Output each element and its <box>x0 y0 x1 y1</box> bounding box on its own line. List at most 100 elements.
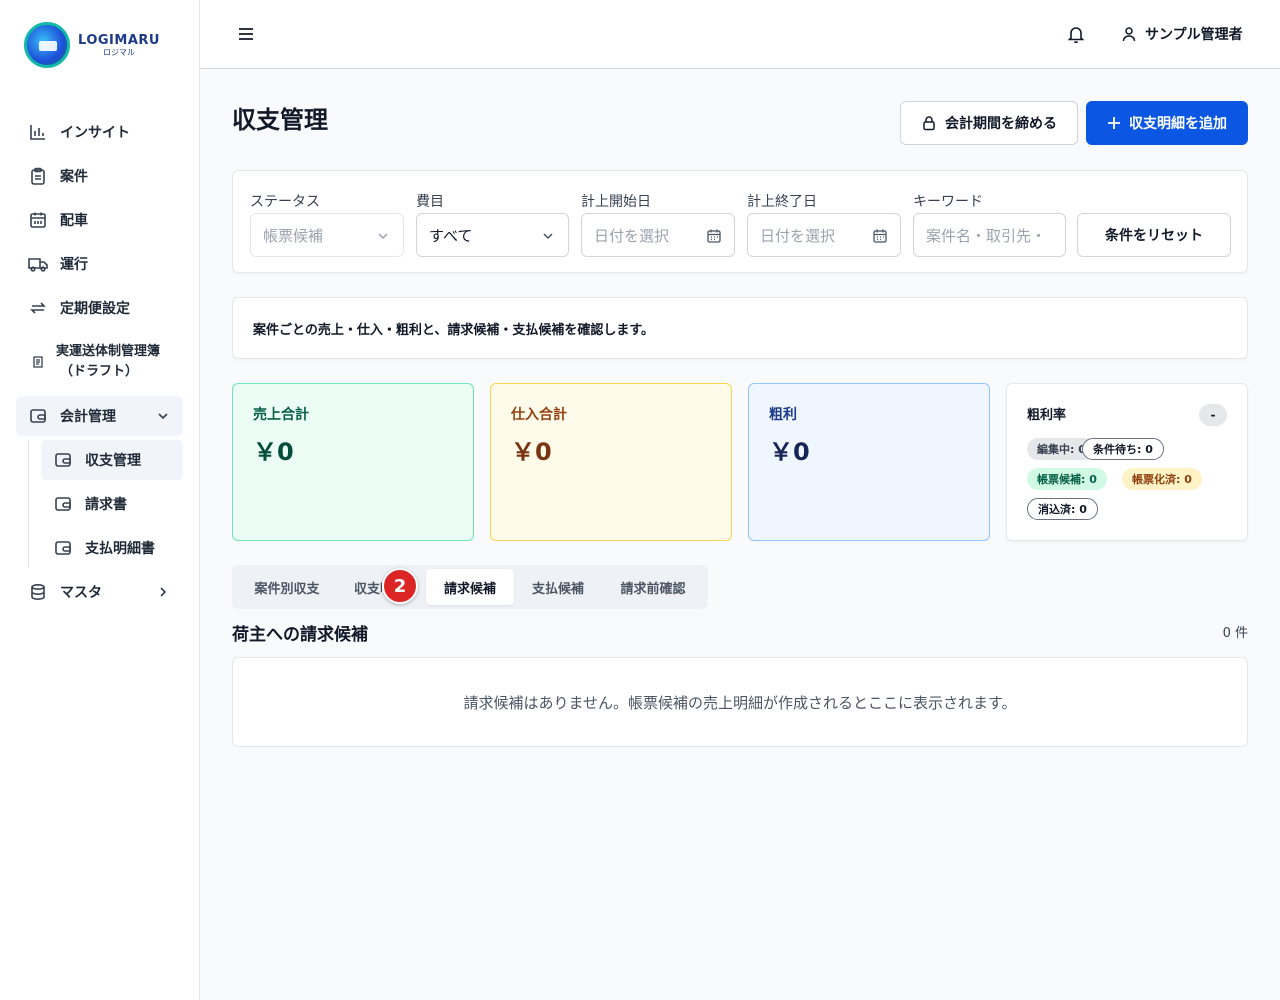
sales-total-value: ￥0 <box>253 438 294 466</box>
sales-total-card: 売上合計 ￥0 <box>232 383 474 541</box>
add-detail-label: 収支明細を追加 <box>1129 116 1227 132</box>
add-detail-button[interactable]: 収支明細を追加 <box>1086 101 1248 145</box>
tab-project-balance[interactable]: 案件別収支 <box>236 569 338 605</box>
sidebar-subitem-label: 収支管理 <box>85 453 141 469</box>
calendar-icon <box>28 210 48 230</box>
user-icon <box>1122 27 1136 42</box>
purchase-total-card: 仕入合計 ￥0 <box>490 383 732 541</box>
sidebar-item-label: 運行 <box>60 257 88 273</box>
repeat-icon <box>28 298 48 318</box>
section-title: 荷主への請求候補 <box>232 625 368 645</box>
calendar-icon <box>706 228 722 244</box>
sidebar-item-label: 会計管理 <box>60 409 116 425</box>
chevron-right-icon <box>155 584 171 600</box>
sidebar-item-dispatch[interactable]: 配車 <box>16 200 183 240</box>
page-title: 収支管理 <box>232 106 328 134</box>
user-name: サンプル管理者 <box>1145 27 1243 43</box>
gross-margin-label: 粗利率 <box>1027 408 1067 423</box>
database-icon <box>28 582 48 602</box>
menu-icon[interactable] <box>236 24 256 44</box>
description-card: 案件ごとの売上・仕入・粗利と、請求候補・支払候補を確認します。 <box>232 297 1248 359</box>
sidebar-subitem-invoices[interactable]: 請求書 <box>41 484 183 524</box>
calendar-icon <box>872 228 888 244</box>
sidebar-subitem-payment-statements[interactable]: 支払明細書 <box>41 528 183 568</box>
sidebar-subitem-label: 請求書 <box>85 497 127 513</box>
sidebar-item-insight[interactable]: インサイト <box>16 112 183 152</box>
status-label: ステータス <box>250 194 320 210</box>
sidebar-item-label-sub: （ドラフト） <box>60 364 139 379</box>
expense-item-select[interactable]: すべて <box>416 213 569 257</box>
logo-icon <box>24 22 70 68</box>
status-badge-candidate: 帳票候補: 0 <box>1027 468 1107 490</box>
sales-total-label: 売上合計 <box>253 407 309 423</box>
result-count: 0 件 <box>1222 626 1248 641</box>
chevron-down-icon <box>540 228 556 244</box>
status-badge-cleared: 消込済: 0 <box>1027 498 1098 520</box>
plus-icon <box>1108 117 1120 129</box>
logo-subtitle: ロジマル <box>102 47 135 57</box>
status-badge-issued: 帳票化済: 0 <box>1122 468 1202 490</box>
end-date-picker[interactable]: 日付を選択 <box>747 213 901 257</box>
description-text: 案件ごとの売上・仕入・粗利と、請求候補・支払候補を確認します。 <box>253 322 655 338</box>
truck-icon <box>28 254 48 274</box>
sidebar-item-label: インサイト <box>60 125 130 141</box>
filter-panel: ステータス 帳票候補 費目 すべて 計上開始日 日付を選択 計上終了日 日付を選… <box>232 170 1248 273</box>
tab-balance-details[interactable]: 収支明細 <box>342 569 382 605</box>
chevron-down-icon <box>375 228 391 244</box>
sidebar: LOGIMARU ロジマル インサイト 案件 配車 運行 定期便設定 実運送体制… <box>0 0 200 1000</box>
status-placeholder: 帳票候補 <box>263 226 324 245</box>
status-select[interactable]: 帳票候補 <box>250 213 404 257</box>
submenu-divider <box>28 440 29 568</box>
gross-margin-value: - <box>1199 404 1227 426</box>
keyword-input[interactable]: 案件名・取引先・ <box>913 213 1066 257</box>
purchase-total-label: 仕入合計 <box>511 407 567 423</box>
wallet-icon <box>28 406 48 426</box>
purchase-total-value: ￥0 <box>511 438 552 466</box>
gross-profit-label: 粗利 <box>769 407 797 423</box>
bell-icon[interactable] <box>1066 24 1086 44</box>
sidebar-item-projects[interactable]: 案件 <box>16 156 183 196</box>
clipboard-icon <box>28 166 48 186</box>
gross-margin-card: 粗利率 - 編集中: 0 条件待ち: 0 帳票候補: 0 帳票化済: 0 消込済… <box>1006 383 1248 541</box>
sidebar-item-accounting[interactable]: 会計管理 <box>16 396 183 436</box>
reset-filters-button[interactable]: 条件をリセット <box>1077 213 1231 257</box>
user-menu[interactable]: サンプル管理者 <box>1121 24 1243 44</box>
sidebar-subitem-income-expense[interactable]: 収支管理 <box>41 440 183 480</box>
close-period-button[interactable]: 会計期間を締める <box>900 101 1078 145</box>
gross-profit-value: ￥0 <box>769 438 810 466</box>
sidebar-item-label: マスタ <box>60 585 102 601</box>
sidebar-item-regular-service[interactable]: 定期便設定 <box>16 288 183 328</box>
view-tabs: 案件別収支 収支明細 請求候補 支払候補 請求前確認 <box>232 565 708 609</box>
bar-chart-icon <box>28 122 48 142</box>
close-period-label: 会計期間を締める <box>945 116 1057 132</box>
gross-profit-card: 粗利 ￥0 <box>748 383 990 541</box>
sidebar-item-operation[interactable]: 運行 <box>16 244 183 284</box>
empty-state: 請求候補はありません。帳票候補の売上明細が作成されるとここに表示されます。 <box>232 657 1248 747</box>
sidebar-item-transport-ledger[interactable]: 実運送体制管理簿 （ドラフト） <box>16 340 183 384</box>
expense-item-value: すべて <box>429 226 473 245</box>
top-header: サンプル管理者 <box>200 0 1280 69</box>
chevron-down-icon <box>155 408 171 424</box>
sidebar-item-label: 案件 <box>60 169 88 185</box>
sidebar-item-label: 配車 <box>60 213 88 229</box>
wallet-icon <box>53 538 73 558</box>
sidebar-subitem-label: 支払明細書 <box>85 541 155 557</box>
start-date-placeholder: 日付を選択 <box>594 226 670 245</box>
end-date-placeholder: 日付を選択 <box>760 226 836 245</box>
tab-pre-billing-check[interactable]: 請求前確認 <box>602 569 704 605</box>
empty-state-message: 請求候補はありません。帳票候補の売上明細が作成されるとここに表示されます。 <box>463 693 1017 712</box>
step-marker: 2 <box>382 568 418 604</box>
tab-payment-candidates[interactable]: 支払候補 <box>518 569 598 605</box>
start-date-picker[interactable]: 日付を選択 <box>581 213 735 257</box>
logo-title: LOGIMARU <box>78 32 160 48</box>
scroll-icon <box>28 352 48 372</box>
end-date-label: 計上終了日 <box>747 194 817 210</box>
wallet-icon <box>53 450 73 470</box>
start-date-label: 計上開始日 <box>581 194 651 210</box>
status-badge-waiting: 条件待ち: 0 <box>1082 438 1164 460</box>
expense-item-label: 費目 <box>416 194 444 210</box>
logo[interactable]: LOGIMARU ロジマル <box>24 22 160 68</box>
tab-billing-candidates[interactable]: 請求候補 <box>426 569 514 605</box>
sidebar-item-master[interactable]: マスタ <box>16 572 183 612</box>
keyword-placeholder: 案件名・取引先・ <box>926 226 1047 245</box>
